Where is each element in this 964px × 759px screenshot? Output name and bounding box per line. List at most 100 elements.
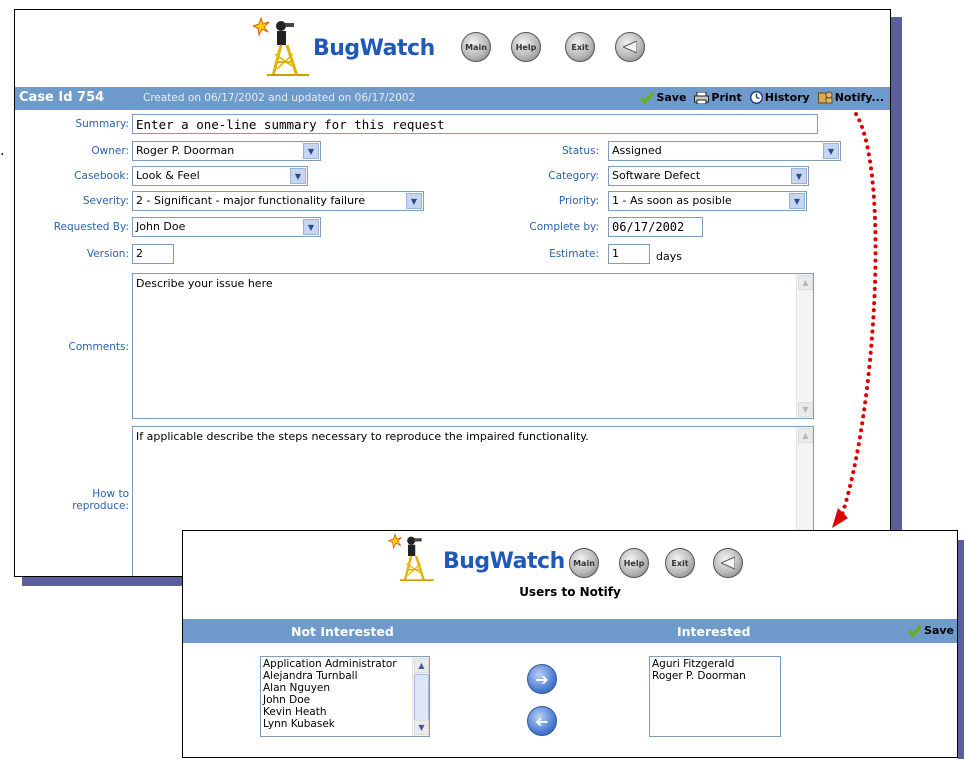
arrow-right-icon: ➔ (535, 669, 549, 689)
category-select[interactable]: Software Defect ▼ (608, 166, 809, 186)
severity-value: 2 - Significant - major functionality fa… (136, 194, 366, 207)
scroll-up-icon[interactable]: ▲ (798, 428, 813, 443)
scroll-thumb[interactable] (414, 674, 429, 722)
list-item[interactable]: Alan Nguyen (263, 682, 409, 694)
users-to-notify-title: Users to Notify (519, 585, 621, 599)
window-shadow (958, 540, 964, 759)
reproduce-text: If applicable describe the steps necessa… (136, 430, 589, 443)
comments-scrollbar[interactable]: ▲ ▼ (796, 274, 813, 418)
margin-character: . (0, 143, 5, 159)
scroll-up-icon[interactable]: ▲ (414, 658, 429, 673)
severity-label: Severity: (82, 195, 129, 207)
category-label: Category: (548, 170, 599, 182)
casebook-value: Look & Feel (136, 169, 200, 182)
bugwatch-logo[interactable]: BugWatch (251, 14, 435, 77)
casebook-select[interactable]: Look & Feel ▼ (132, 166, 308, 186)
chevron-down-icon: ▼ (290, 168, 306, 184)
complete-by-input[interactable]: 06/17/2002 (608, 217, 703, 237)
estimate-label: Estimate: (549, 248, 599, 260)
print-label: Print (711, 91, 742, 104)
owner-select[interactable]: Roger P. Doorman ▼ (132, 141, 321, 161)
complete-by-label: Complete by: (529, 221, 599, 233)
history-button[interactable]: History (749, 91, 810, 104)
casebook-label: Casebook: (74, 170, 129, 182)
list-item[interactable]: Roger P. Doorman (652, 670, 778, 682)
save-button[interactable]: Save (640, 91, 686, 104)
move-right-button[interactable]: ➔ (527, 664, 557, 694)
help-button[interactable]: Help (619, 548, 649, 578)
estimate-unit: days (656, 250, 682, 263)
reproduce-label-line2: reproduce: (72, 500, 129, 512)
comments-textarea[interactable]: Describe your issue here ▲ ▼ (132, 273, 814, 419)
logo-text: BugWatch (443, 549, 565, 574)
priority-select[interactable]: 1 - As soon as posible ▼ (608, 191, 807, 211)
history-label: History (764, 91, 810, 104)
save-label: Save (924, 624, 954, 637)
chevron-down-icon: ▼ (789, 193, 805, 209)
interested-header: Interested (677, 624, 751, 639)
estimate-input[interactable]: 1 (608, 244, 650, 264)
save-label: Save (656, 91, 687, 104)
scroll-up-icon[interactable]: ▲ (798, 275, 813, 290)
list-item[interactable]: Kevin Heath (263, 706, 409, 718)
back-arrow-icon (721, 557, 735, 569)
help-button[interactable]: Help (511, 32, 541, 62)
move-left-button[interactable]: ➔ (527, 706, 557, 736)
version-label: Version: (86, 248, 129, 260)
category-value: Software Defect (612, 169, 701, 182)
checkmark-icon (640, 91, 655, 104)
list-item[interactable]: Lynn Kubasek (263, 718, 409, 730)
status-select[interactable]: Assigned ▼ (608, 141, 841, 161)
status-label: Status: (562, 145, 599, 157)
list-scrollbar[interactable]: ▲ ▼ (412, 657, 429, 736)
reproduce-label: How to reproduce: (72, 488, 129, 512)
list-item[interactable]: John Doe (263, 694, 409, 706)
created-info: Created on 06/17/2002 and updated on 06/… (143, 92, 416, 104)
chevron-down-icon: ▼ (791, 168, 807, 184)
chevron-down-icon: ▼ (406, 193, 422, 209)
version-input[interactable]: 2 (132, 244, 174, 264)
reproduce-label-line1: How to (92, 488, 129, 500)
list-item[interactable]: Aguri Fitzgerald (652, 658, 778, 670)
interested-list[interactable]: Aguri Fitzgerald Roger P. Doorman (649, 656, 781, 737)
severity-select[interactable]: 2 - Significant - major functionality fa… (132, 191, 424, 211)
summary-input[interactable]: Enter a one-line summary for this reques… (132, 114, 818, 134)
owner-label: Owner: (91, 145, 129, 157)
back-button[interactable] (615, 32, 645, 62)
requested-by-label: Requested By: (53, 221, 129, 233)
case-bar: Case Id 754 Created on 06/17/2002 and up… (15, 87, 890, 110)
priority-value: 1 - As soon as posible (612, 194, 732, 207)
back-button[interactable] (713, 548, 743, 578)
not-interested-list[interactable]: Application Administrator Alejandra Turn… (260, 656, 430, 737)
print-button[interactable]: Print (694, 91, 742, 104)
checkmark-icon (908, 624, 923, 637)
case-id: Case Id 754 (19, 90, 105, 105)
main-button[interactable]: Main (461, 32, 491, 62)
requested-by-value: John Doe (136, 220, 186, 233)
bugwatch-logo[interactable]: BugWatch (383, 531, 565, 582)
scroll-down-icon[interactable]: ▼ (798, 402, 813, 417)
list-item[interactable]: Alejandra Turnball (263, 670, 409, 682)
comments-text: Describe your issue here (136, 277, 273, 290)
not-interested-header: Not Interested (291, 624, 394, 639)
owner-value: Roger P. Doorman (136, 144, 235, 157)
notify-button[interactable]: Notify... (817, 91, 884, 104)
exit-button[interactable]: Exit (665, 548, 695, 578)
list-item[interactable]: Application Administrator (263, 658, 409, 670)
main-button[interactable]: Main (569, 548, 599, 578)
printer-icon (694, 91, 710, 104)
notify-label: Notify... (834, 91, 884, 104)
app-header: BugWatch Main Help Exit (15, 10, 890, 80)
save-button[interactable]: Save (908, 624, 954, 637)
lifeguard-logo-icon (383, 531, 441, 582)
status-value: Assigned (612, 144, 662, 157)
requested-by-select[interactable]: John Doe ▼ (132, 217, 321, 237)
notify-people-icon (817, 91, 833, 104)
clock-icon (749, 91, 763, 104)
scroll-down-icon[interactable]: ▼ (414, 720, 429, 735)
chevron-down-icon: ▼ (303, 143, 319, 159)
window-shadow (891, 17, 902, 583)
exit-button[interactable]: Exit (565, 32, 595, 62)
comments-label: Comments: (68, 341, 129, 353)
case-window: BugWatch Main Help Exit Case Id 754 Crea… (14, 9, 891, 577)
